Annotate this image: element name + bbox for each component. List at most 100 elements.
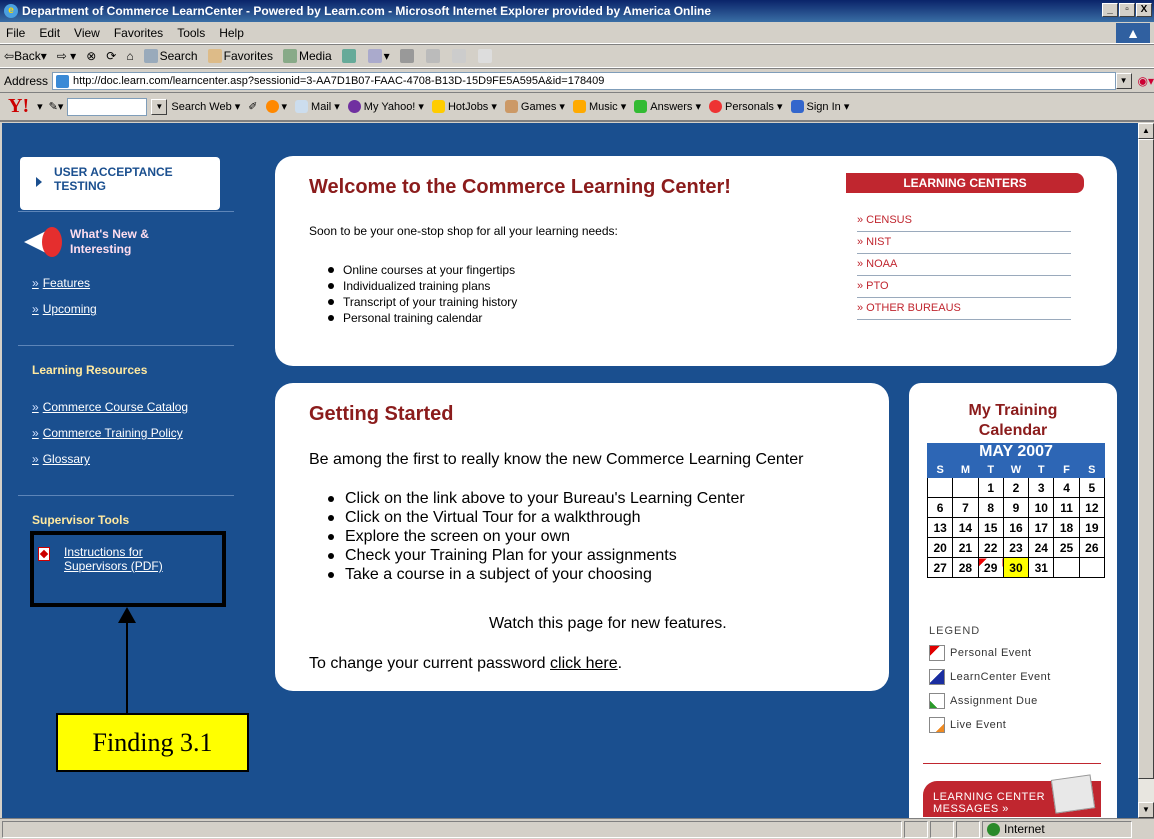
calendar-day[interactable]: 1	[977, 477, 1004, 498]
calendar-day[interactable]: 27	[926, 557, 954, 578]
close-button[interactable]: X	[1136, 3, 1152, 17]
calendar-day[interactable]: 16	[1002, 517, 1030, 538]
calendar-day[interactable]: 3	[1028, 477, 1055, 498]
hotjobs-button[interactable]: HotJobs ▾	[431, 100, 497, 113]
menu-help[interactable]: Help	[219, 26, 244, 40]
yahoo-search-dropdown-icon[interactable]: ▼	[151, 98, 168, 115]
calendar-day[interactable]: 20	[926, 537, 954, 558]
calendar-day[interactable]: 28	[952, 557, 979, 578]
learning-center-noaa-link[interactable]: » NOAA	[857, 254, 1071, 276]
features-link[interactable]: » Features	[32, 276, 90, 290]
calendar-day[interactable]: 6	[926, 497, 954, 518]
change-password-link[interactable]: click here	[550, 655, 618, 672]
user-acceptance-testing-button[interactable]: USER ACCEPTANCE TESTING	[20, 157, 220, 210]
stop-icon[interactable]: ⊗	[86, 49, 96, 63]
refresh-icon[interactable]: ⟳	[106, 49, 116, 63]
calendar-day[interactable]: 30	[1002, 557, 1030, 578]
glossary-link[interactable]: » Glossary	[32, 452, 90, 466]
menu-edit[interactable]: Edit	[39, 26, 60, 40]
calendar-day[interactable]: 10	[1028, 497, 1055, 518]
calendar-day[interactable]: 23	[1002, 537, 1030, 558]
calendar-day[interactable]: 14	[952, 517, 979, 538]
calendar-day[interactable]: 19	[1078, 517, 1106, 538]
supervisor-instructions-link[interactable]: Instructions for Supervisors (PDF)	[64, 545, 204, 573]
edit-icon[interactable]	[425, 49, 442, 63]
learning-center-messages-button[interactable]: LEARNING CENTER MESSAGES »	[923, 774, 1101, 817]
menu-file[interactable]: File	[6, 26, 25, 40]
calendar-day[interactable]: 4	[1053, 477, 1080, 498]
answers-button[interactable]: Answers ▾	[634, 100, 701, 113]
calendar-day[interactable]: 2	[1002, 477, 1030, 498]
menu-favorites[interactable]: Favorites	[114, 26, 163, 40]
calendar-day[interactable]: 7	[952, 497, 979, 518]
learning-center-nist-link[interactable]: » NIST	[857, 232, 1071, 254]
maximize-button[interactable]: ▫	[1119, 3, 1135, 17]
translate-icon[interactable]: ◉▾	[1138, 74, 1154, 88]
calendar-day[interactable]: 13	[926, 517, 954, 538]
address-dropdown-icon[interactable]: ▼	[1115, 72, 1132, 89]
status-text-cell	[2, 820, 902, 838]
calendar-day[interactable]: 24	[1028, 537, 1055, 558]
home-icon[interactable]: ⌂	[126, 49, 133, 63]
live-event-swatch	[929, 717, 945, 733]
course-catalog-link[interactable]: » Commerce Course Catalog	[32, 400, 188, 414]
scroll-up-icon[interactable]: ▲	[1138, 123, 1154, 139]
calendar-day[interactable]: 26	[1078, 537, 1106, 558]
yahoo-logo[interactable]: Y!	[8, 95, 29, 118]
status-cell	[930, 820, 954, 838]
calendar-day[interactable]: 22	[977, 537, 1004, 558]
messenger-icon[interactable]	[477, 49, 494, 63]
calendar-day[interactable]: 29	[977, 557, 1004, 578]
menu-view[interactable]: View	[74, 26, 100, 40]
vertical-scrollbar[interactable]: ▲ ▼	[1138, 123, 1154, 818]
favorites-button[interactable]: Favorites	[207, 49, 273, 63]
calendar-day[interactable]: 12	[1078, 497, 1106, 518]
media-button[interactable]: Media	[282, 49, 332, 63]
music-button[interactable]: Music ▾	[572, 100, 626, 113]
discuss-icon[interactable]	[451, 49, 468, 63]
my-yahoo-icon	[347, 100, 361, 113]
yahoo-dropdown-icon[interactable]: ▾	[37, 100, 43, 113]
upcoming-link[interactable]: » Upcoming	[32, 302, 97, 316]
search-web-button[interactable]: Search Web ▾	[171, 100, 240, 114]
calendar-day[interactable]: 9	[1002, 497, 1030, 518]
forward-button[interactable]: ⇨ ▾	[57, 49, 76, 63]
mail-icon[interactable]: ▾	[367, 49, 390, 63]
calendar-day[interactable]: 18	[1053, 517, 1080, 538]
supervisor-tools-heading: Supervisor Tools	[32, 513, 130, 527]
list-item: Explore the screen on your own	[327, 527, 745, 546]
highlight-icon[interactable]: ✐	[248, 100, 257, 113]
learning-center-other-link[interactable]: » OTHER BUREAUS	[857, 298, 1071, 320]
learning-center-pto-link[interactable]: » PTO	[857, 276, 1071, 298]
personals-button[interactable]: Personals ▾	[709, 100, 783, 113]
menu-tools[interactable]: Tools	[177, 26, 205, 40]
target-icon[interactable]: ▾	[265, 100, 287, 113]
calendar-week-row: 12345	[926, 477, 1106, 498]
calendar-day[interactable]: 21	[952, 537, 979, 558]
pencil-icon[interactable]: ✎▾	[49, 100, 64, 113]
calendar-day[interactable]: 11	[1053, 497, 1080, 518]
calendar-day[interactable]: 5	[1078, 477, 1106, 498]
search-button[interactable]: Search	[143, 49, 198, 63]
history-icon[interactable]	[341, 49, 358, 63]
calendar-day[interactable]: 25	[1053, 537, 1080, 558]
back-button[interactable]: ⇦ Back ▾	[4, 49, 47, 63]
calendar-day[interactable]: 15	[977, 517, 1004, 538]
print-icon[interactable]	[399, 49, 416, 63]
aol-logo-icon: ▲	[1116, 23, 1150, 43]
scroll-thumb[interactable]	[1138, 139, 1154, 779]
learning-center-census-link[interactable]: » CENSUS	[857, 210, 1071, 232]
games-button[interactable]: Games ▾	[504, 100, 565, 113]
calendar-week-row: 27 28 29 30 31	[926, 557, 1106, 578]
calendar-day[interactable]: 31	[1028, 557, 1055, 578]
scroll-down-icon[interactable]: ▼	[1138, 802, 1154, 818]
sign-in-button[interactable]: Sign In ▾	[790, 100, 849, 113]
yahoo-search-input[interactable]	[67, 97, 148, 116]
address-input[interactable]: http://doc.learn.com/learncenter.asp?ses…	[52, 71, 1116, 90]
minimize-button[interactable]: _	[1102, 3, 1118, 17]
calendar-day[interactable]: 8	[977, 497, 1004, 518]
my-yahoo-button[interactable]: My Yahoo! ▾	[347, 100, 424, 113]
calendar-day[interactable]: 17	[1028, 517, 1055, 538]
yahoo-mail-button[interactable]: Mail ▾	[295, 100, 340, 113]
training-policy-link[interactable]: » Commerce Training Policy	[32, 426, 183, 440]
